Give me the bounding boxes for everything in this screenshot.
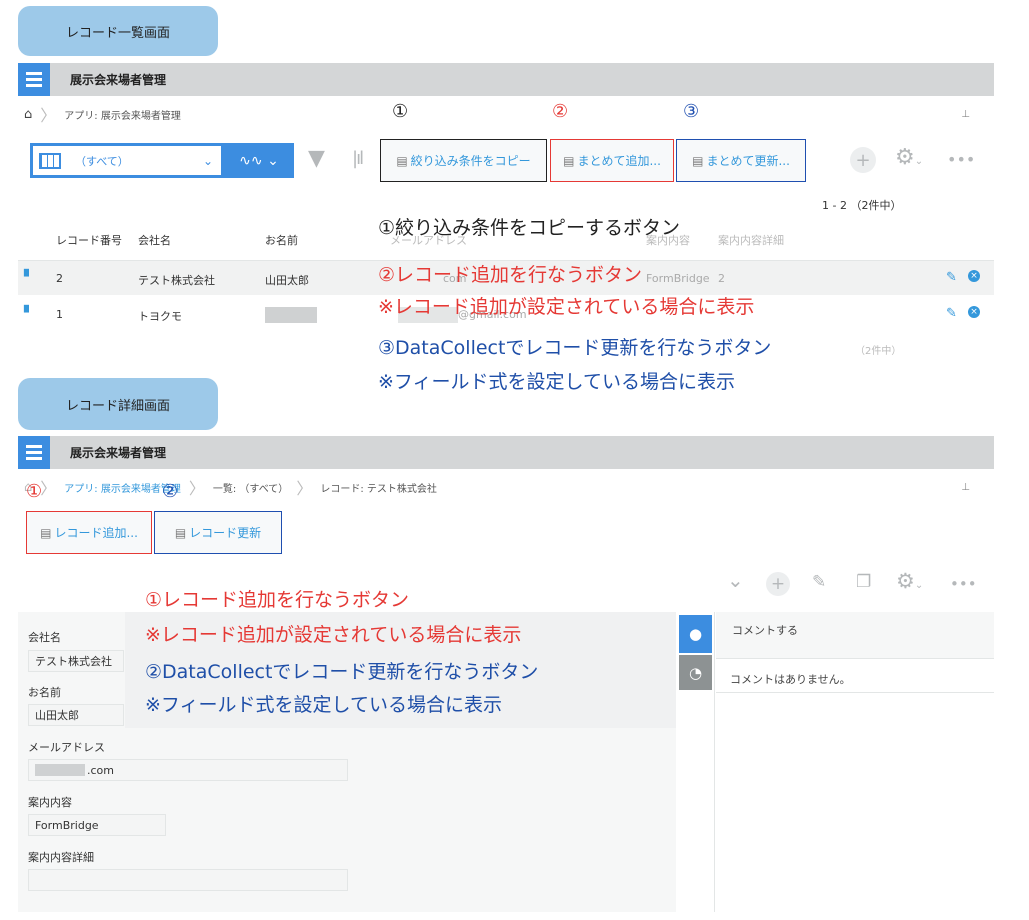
detail-app-header: 展示会来場者管理 — [18, 436, 994, 469]
record-detail-icon[interactable]: ▘ — [24, 306, 34, 321]
history-icon: ◔ — [688, 663, 703, 682]
chevron-down-icon: ⌄ — [202, 153, 213, 168]
breadcrumb-list[interactable]: 一覧: （すべて） — [213, 480, 288, 495]
comment-input[interactable]: コメントする — [716, 612, 994, 659]
comment-divider — [716, 692, 994, 693]
clipboard-icon: ▤ — [396, 153, 408, 168]
duplicate-icon[interactable]: ❐ — [856, 572, 871, 592]
menu-icon[interactable] — [18, 63, 50, 96]
col-header-company[interactable]: 会社名 — [138, 232, 171, 248]
cell-company: テスト株式会社 — [138, 274, 215, 287]
field-value-name: 山田太郎 — [28, 704, 124, 726]
record-add-button[interactable]: ▤ レコード追加... — [26, 511, 152, 554]
breadcrumb-app[interactable]: アプリ: 展示会来場者管理 — [64, 107, 181, 122]
detail-marker-1: ① — [26, 481, 43, 502]
home-icon[interactable]: ⌂ — [24, 107, 32, 122]
col-header-name[interactable]: お名前 — [265, 232, 298, 248]
pin-icon[interactable]: ⊥ — [961, 109, 970, 120]
cell-record-number: 2 — [56, 272, 63, 285]
edit-icon[interactable]: ✎ — [812, 572, 826, 592]
detail-marker-2: ② — [162, 481, 179, 502]
breadcrumb-record: レコード: テスト株式会社 — [320, 483, 437, 495]
annotation-bulk-add: ②レコード追加を行なうボタン — [378, 264, 643, 286]
graph-button[interactable]: ∿∿ ⌄ — [224, 143, 294, 178]
annotation-copy-filter: ①絞り込み条件をコピーするボタン — [378, 217, 681, 239]
field-value-company: テスト株式会社 — [28, 650, 124, 672]
cell-record-number: 1 — [56, 308, 63, 321]
cell-name-redacted — [265, 307, 317, 323]
clipboard-icon: ▤ — [174, 525, 187, 540]
list-app-header: 展示会来場者管理 — [18, 63, 994, 96]
record-update-button[interactable]: ▤ レコード更新 — [154, 511, 282, 554]
clipboard-icon: ▤ — [563, 153, 575, 168]
detail-app-title: 展示会来場者管理 — [70, 446, 167, 460]
field-label-email: メールアドレス — [28, 741, 105, 754]
clipboard-icon: ▤ — [40, 525, 52, 540]
edit-icon[interactable]: ✎ — [946, 270, 957, 285]
add-icon[interactable]: + — [850, 147, 876, 173]
field-label-name: お名前 — [28, 686, 61, 699]
pagination-bottom: （2件中） — [855, 346, 902, 357]
filter-icon[interactable]: ▼ — [308, 146, 325, 171]
comment-tab[interactable]: ● — [679, 615, 712, 653]
clipboard-icon: ▤ — [692, 153, 704, 168]
record-detail-icon[interactable]: ▘ — [24, 270, 34, 285]
add-icon[interactable]: + — [766, 572, 790, 596]
table-view-icon — [39, 152, 61, 169]
cell-guide-detail: 2 — [718, 272, 725, 285]
bulk-update-button[interactable]: ▤ まとめて更新... — [676, 139, 806, 182]
field-value-email: .com — [28, 759, 348, 781]
col-header-guide-detail[interactable]: 案内内容詳細 — [718, 232, 784, 248]
list-breadcrumb: ⌂ 〉 アプリ: 展示会来場者管理 ⊥ — [24, 106, 970, 125]
marker-2: ② — [552, 101, 569, 122]
annotation-bulk-add-note: ※レコード追加が設定されている場合に表示 — [378, 296, 755, 318]
email-redacted — [35, 764, 85, 776]
annotation-record-add: ①レコード追加を行なうボタン — [145, 589, 410, 611]
list-app-title: 展示会来場者管理 — [70, 73, 167, 87]
bulk-add-button[interactable]: ▤ まとめて追加... — [550, 139, 674, 182]
annotation-bulk-update-note: ※フィールド式を設定している場合に表示 — [378, 371, 735, 393]
comment-icon: ● — [688, 625, 703, 643]
history-tab[interactable]: ◔ — [679, 655, 712, 690]
more-icon[interactable]: ••• — [950, 575, 977, 593]
pagination: 1 - 2 （2件中） — [822, 199, 902, 212]
marker-3: ③ — [683, 101, 700, 122]
delete-icon[interactable]: × — [968, 306, 980, 318]
field-value-guide: FormBridge — [28, 814, 166, 836]
cell-company: トヨクモ — [138, 310, 182, 323]
comment-placeholder: コメントする — [732, 624, 798, 637]
annotation-bulk-update: ③DataCollectでレコード更新を行なうボタン — [378, 337, 772, 359]
view-select[interactable]: （すべて） ⌄ — [30, 143, 224, 178]
cell-name: 山田太郎 — [265, 274, 309, 287]
field-value-guide-detail — [28, 869, 348, 891]
chevron-down-icon[interactable]: ⌄ — [727, 568, 744, 592]
more-icon[interactable]: ••• — [947, 150, 975, 169]
field-label-guide-detail: 案内内容詳細 — [28, 851, 94, 864]
gear-icon[interactable]: ⚙⌄ — [895, 145, 923, 170]
annotation-record-update: ②DataCollectでレコード更新を行なうボタン — [145, 661, 539, 683]
cell-guide: FormBridge — [646, 272, 710, 285]
marker-1: ① — [392, 101, 409, 122]
field-label-guide: 案内内容 — [28, 796, 72, 809]
delete-icon[interactable]: × — [968, 270, 980, 282]
chart-icon[interactable]: |ıl — [352, 148, 364, 169]
annotation-record-update-note: ※フィールド式を設定している場合に表示 — [145, 694, 502, 716]
menu-icon[interactable] — [18, 436, 50, 469]
list-screen-label: レコード一覧画面 — [18, 6, 218, 56]
view-select-value: （すべて） — [75, 154, 129, 168]
col-header-record-number[interactable]: レコード番号 — [56, 232, 122, 248]
copy-filter-button[interactable]: ▤ 絞り込み条件をコピー — [380, 139, 547, 182]
pin-icon[interactable]: ⊥ — [961, 482, 970, 493]
no-comments-text: コメントはありません。 — [730, 673, 851, 686]
edit-icon[interactable]: ✎ — [946, 306, 957, 321]
graph-icon: ∿∿ ⌄ — [239, 152, 279, 169]
gear-icon[interactable]: ⚙⌄ — [896, 569, 923, 593]
field-label-company: 会社名 — [28, 631, 61, 644]
annotation-record-add-note: ※レコード追加が設定されている場合に表示 — [145, 624, 522, 646]
detail-screen-label: レコード詳細画面 — [18, 378, 218, 430]
